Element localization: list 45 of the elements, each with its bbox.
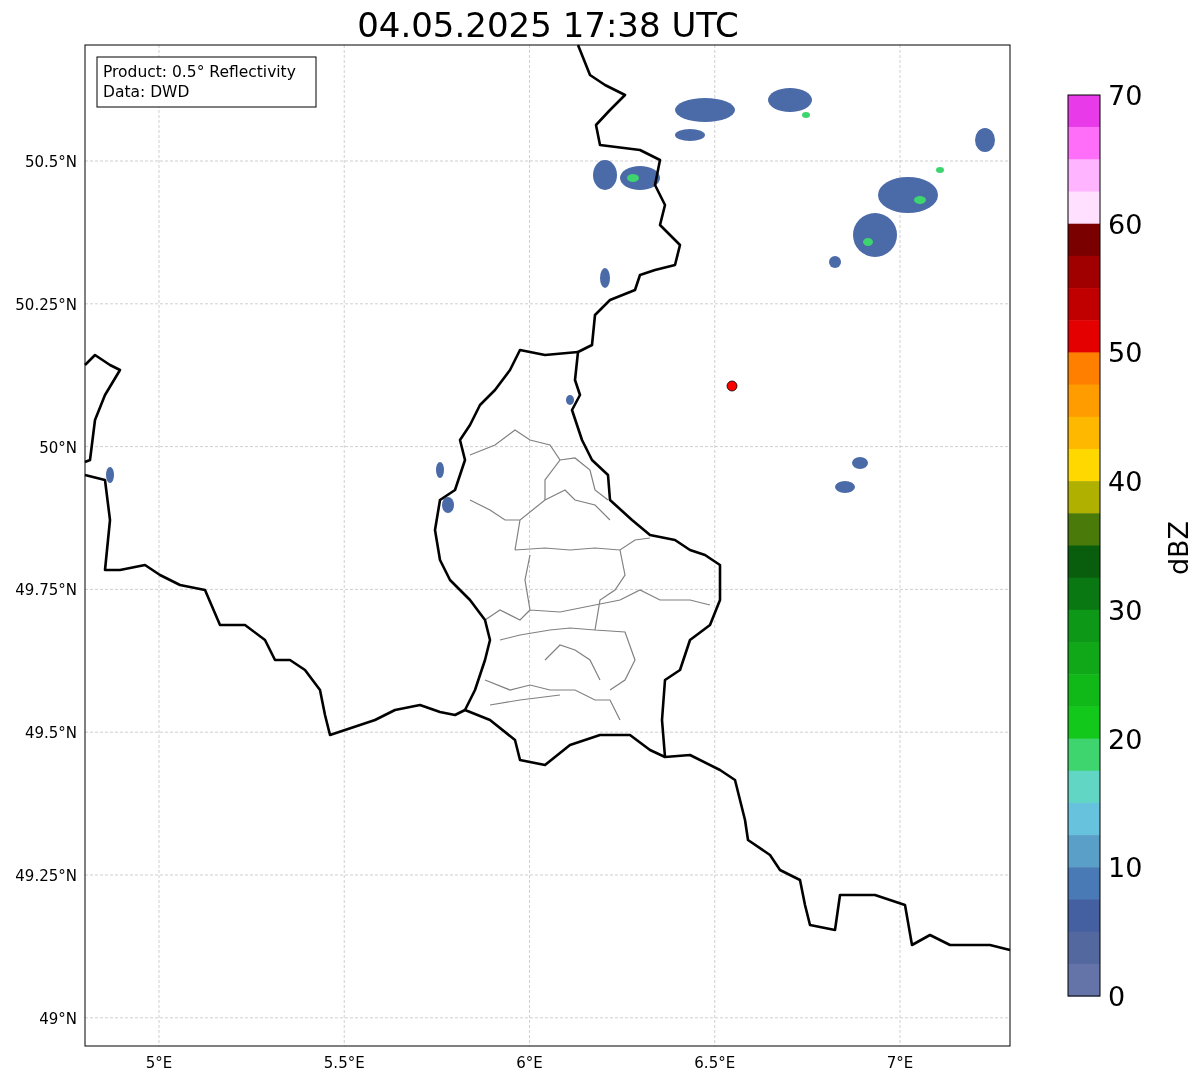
radar-echo [878,177,938,213]
colorbar-tick-label: 50 [1108,337,1143,369]
radar-echo-core [936,167,944,173]
colorbar-tick-label: 60 [1108,208,1143,240]
radar-echo [852,457,868,469]
latitude-label: 49.25°N [15,867,77,885]
radar-echo-core [627,174,639,182]
latitude-label: 49°N [39,1009,77,1028]
radar-echo [600,268,610,288]
colorbar-tick-label: 70 [1108,80,1143,111]
colorbar-label: dBZ [1163,520,1194,576]
chart-title: 04.05.2025 17:38 UTC [357,5,739,45]
info-text: Product: 0.5° Reflectivity [103,63,296,81]
latitude-label: 49.75°N [15,581,77,600]
colorbar-tick-label: 0 [1108,981,1126,1012]
radar-site-marker [726,380,738,392]
radar-echo [853,213,897,257]
latitude-label: 50.25°N [15,295,77,314]
radar-echo [975,128,995,152]
longitude-label: 5°E [145,1054,173,1072]
colorbar-tick-label: 30 [1108,594,1143,626]
radar-echo [106,467,114,483]
radar-echo [675,129,705,141]
radar-echo [835,481,855,493]
colorbar-tick-label: 40 [1108,466,1143,498]
radar-echo [829,256,841,268]
colorbar-tick-label: 20 [1108,723,1143,755]
colorbar-tick-label: 10 [1108,852,1143,884]
radar-echo-core [802,112,810,118]
radar-echo [566,395,574,405]
longitude-label: 5.5°E [323,1054,365,1072]
longitude-label: 6°E [516,1054,543,1072]
radar-echo [442,497,454,513]
radar-echo-core [863,238,873,246]
latitude-label: 50°N [39,438,77,457]
longitude-label: 6.5°E [694,1054,736,1072]
info-text: Data: DWD [103,83,190,101]
radar-echo [436,462,444,478]
radar-echo [593,160,617,190]
longitude-label: 7°E [886,1054,914,1072]
radar-echo [675,98,735,122]
radar-echo-core [914,196,926,204]
radar-echo [768,88,812,112]
latitude-label: 50.5°N [24,153,77,171]
latitude-label: 49.5°N [24,724,77,743]
